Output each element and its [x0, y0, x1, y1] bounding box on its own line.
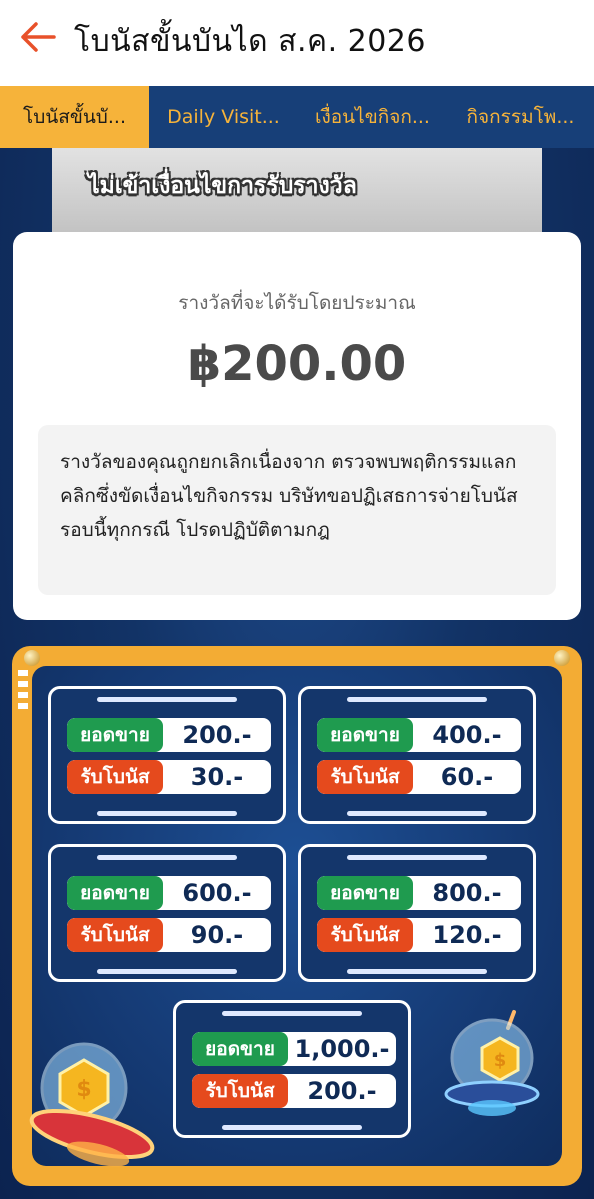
sales-value: 200.- — [182, 721, 252, 749]
sales-row: ยอดขาย 800.- — [317, 876, 521, 910]
sales-row: ยอดขาย 400.- — [317, 718, 521, 752]
sales-value: 1,000.- — [294, 1035, 390, 1063]
bonus-value: 120.- — [432, 921, 502, 949]
tab-conditions[interactable]: เงื่อนไขกิจก... — [298, 86, 447, 148]
back-button[interactable] — [20, 22, 56, 52]
sales-row: ยอดขาย 1,000.- — [192, 1032, 396, 1066]
bonus-value: 90.- — [190, 921, 244, 949]
tier-card: ยอดขาย 800.- รับโบนัส 120.- — [298, 844, 536, 982]
header: โบนัสขั้นบันได ส.ค. 2026 — [0, 0, 594, 86]
bonus-row: รับโบนัส 120.- — [317, 918, 521, 952]
sales-label: ยอดขาย — [192, 1032, 288, 1066]
svg-text:$: $ — [76, 1077, 91, 1102]
tier-card: ยอดขาย 600.- รับโบนัส 90.- — [48, 844, 286, 982]
rivet-icon — [554, 650, 570, 666]
bonus-row: รับโบนัส 60.- — [317, 760, 521, 794]
bonus-row: รับโบนัส 30.- — [67, 760, 271, 794]
sales-label: ยอดขาย — [317, 718, 413, 752]
page-title: โบนัสขั้นบันได ส.ค. 2026 — [74, 24, 426, 59]
sales-label: ยอดขาย — [67, 876, 163, 910]
bonus-label: รับโบนัส — [192, 1074, 288, 1108]
sales-label: ยอดขาย — [67, 718, 163, 752]
bonus-label: รับโบนัส — [67, 918, 163, 952]
tab-daily-visit[interactable]: Daily Visit... — [149, 86, 298, 148]
estimated-reward-label: รางวัลที่จะได้รับโดยประมาณ — [178, 292, 416, 314]
ufo-icon: $ — [29, 1042, 155, 1167]
tier-card: ยอดขาย 1,000.- รับโบนัส 200.- — [173, 1000, 411, 1138]
tab-step-bonus[interactable]: โบนัสขั้นบั... — [0, 86, 149, 148]
sales-value: 600.- — [182, 879, 252, 907]
status-banner-text: ไม่เข้าเงื่อนไขการรับรางวัล — [88, 173, 357, 199]
bonus-label: รับโบนัส — [67, 760, 163, 794]
sales-row: ยอดขาย 600.- — [67, 876, 271, 910]
sales-value: 400.- — [432, 721, 502, 749]
bonus-label: รับโบนัส — [317, 760, 413, 794]
sales-row: ยอดขาย 200.- — [67, 718, 271, 752]
tier-card: ยอดขาย 200.- รับโบนัส 30.- — [48, 686, 286, 824]
bonus-row: รับโบนัส 90.- — [67, 918, 271, 952]
rivet-icon — [24, 650, 40, 666]
sales-label: ยอดขาย — [317, 876, 413, 910]
arrow-left-icon — [21, 22, 56, 52]
tier-card: ยอดขาย 400.- รับโบนัส 60.- — [298, 686, 536, 824]
bonus-label: รับโบนัส — [317, 918, 413, 952]
bonus-row: รับโบนัส 200.- — [192, 1074, 396, 1108]
reward-amount: ฿200.00 — [187, 336, 407, 392]
tab-promo-activity[interactable]: กิจกรรมโพ... — [447, 86, 594, 148]
sales-value: 800.- — [432, 879, 502, 907]
svg-text:$: $ — [494, 1050, 507, 1071]
bonus-value: 60.- — [440, 763, 494, 791]
stripe-decoration — [18, 670, 28, 714]
cancellation-notice: รางวัลของคุณถูกยกเลิกเนื่องจาก ตรวจพบพฤต… — [38, 425, 556, 595]
bonus-value: 30.- — [190, 763, 244, 791]
reward-card: รางวัลที่จะได้รับโดยประมาณ ฿200.00 รางวั… — [13, 232, 581, 620]
tab-bar: โบนัสขั้นบั... Daily Visit... เงื่อนไขกิ… — [0, 86, 594, 148]
bonus-value: 200.- — [307, 1077, 377, 1105]
ufo-icon: $ — [444, 1010, 540, 1116]
